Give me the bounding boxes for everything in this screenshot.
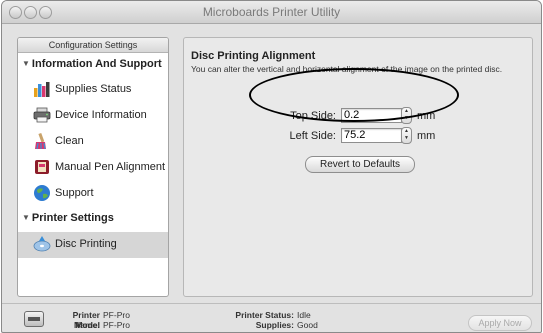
sidebar-item-disc-printing[interactable]: Disc Printing xyxy=(18,232,168,258)
globe-icon xyxy=(33,184,51,202)
sidebar-item-support[interactable]: Support xyxy=(18,181,168,207)
left-side-stepper[interactable]: ▲ ▼ xyxy=(401,127,412,144)
group-information-and-support[interactable]: ▼ Information And Support xyxy=(22,58,162,70)
supplies-label: Supplies: xyxy=(255,320,294,330)
sidebar-item-label: Supplies Status xyxy=(55,83,132,95)
sidebar-item-clean[interactable]: Clean xyxy=(18,129,168,155)
left-side-input[interactable] xyxy=(341,128,402,143)
sidebar-item-label: Clean xyxy=(55,135,84,147)
footer-divider xyxy=(2,303,541,304)
title-bar: Microboards Printer Utility xyxy=(2,1,541,24)
printer-name-value: PF-Pro xyxy=(103,310,130,320)
revert-to-defaults-button[interactable]: Revert to Defaults xyxy=(305,156,415,173)
apply-now-button[interactable]: Apply Now xyxy=(468,315,532,331)
model-name-label: Model Name: xyxy=(74,320,100,332)
sidebar-item-supplies-status[interactable]: Supplies Status xyxy=(18,77,168,103)
sidebar-item-manual-pen-alignment[interactable]: Manual Pen Alignment xyxy=(18,155,168,181)
left-side-label: Left Side: xyxy=(289,130,336,142)
window-title: Microboards Printer Utility xyxy=(202,5,341,19)
clean-icon xyxy=(33,132,51,150)
group-label: Printer Settings xyxy=(31,212,114,224)
sidebar-item-label: Support xyxy=(55,187,94,199)
group-label: Information And Support xyxy=(31,58,162,70)
printer-status-value: Idle xyxy=(297,310,311,320)
sidebar: Configuration Settings ▼ Information And … xyxy=(17,37,169,297)
disc-icon xyxy=(33,235,51,253)
sidebar-item-label: Disc Printing xyxy=(55,238,117,250)
sidebar-header: Configuration Settings xyxy=(18,38,168,53)
sidebar-item-label: Manual Pen Alignment xyxy=(55,161,166,173)
disclosure-triangle-icon[interactable]: ▼ xyxy=(22,213,30,222)
pen-alignment-icon xyxy=(33,158,51,176)
printer-status-label: Printer Status: xyxy=(235,310,294,320)
printer-icon xyxy=(33,106,51,124)
printer-icon xyxy=(24,311,44,327)
highlight-ellipse xyxy=(249,68,459,122)
model-name-value: PF-Pro xyxy=(103,320,130,330)
group-printer-settings[interactable]: ▼ Printer Settings xyxy=(22,212,114,224)
sidebar-item-device-information[interactable]: Device Information xyxy=(18,103,168,129)
supplies-icon xyxy=(33,80,51,98)
disclosure-triangle-icon[interactable]: ▼ xyxy=(22,59,30,68)
sidebar-item-label: Device Information xyxy=(55,109,147,121)
section-title: Disc Printing Alignment xyxy=(191,50,316,62)
supplies-value: Good xyxy=(297,320,318,330)
app-window: Microboards Printer Utility Configuratio… xyxy=(1,0,542,333)
left-side-unit: mm xyxy=(417,130,436,142)
